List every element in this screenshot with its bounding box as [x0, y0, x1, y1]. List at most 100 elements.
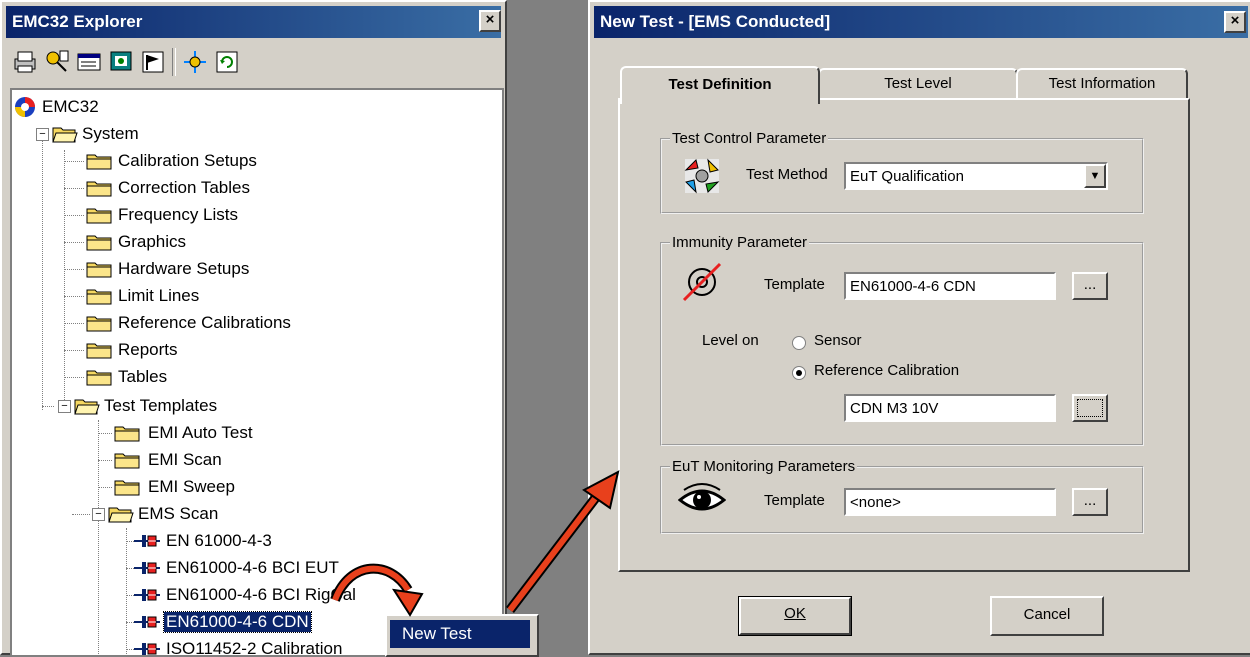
- test-template-icon: [134, 643, 160, 655]
- eut-template-browse-button[interactable]: ...: [1072, 488, 1108, 516]
- tree-connector: [64, 242, 84, 243]
- group-immunity: Immunity Parameter Template EN61000-4-6 …: [660, 234, 1144, 446]
- explorer-close-button[interactable]: ×: [479, 10, 501, 32]
- flag-icon[interactable]: [140, 49, 166, 75]
- folder-icon: [86, 181, 112, 197]
- reference-calibration-browse-button[interactable]: [1072, 394, 1108, 422]
- tree-connector: [98, 487, 112, 488]
- tree-label: Correction Tables: [118, 178, 250, 197]
- tree-connector: [72, 514, 90, 515]
- folder-open-icon: [74, 399, 100, 415]
- tree-connector: [64, 350, 84, 351]
- tree-label: Reference Calibrations: [118, 313, 291, 332]
- folder-icon: [86, 343, 112, 359]
- group-eut-monitoring: EuT Monitoring Parameters Template <none…: [660, 458, 1144, 534]
- tree-connector: [98, 460, 112, 461]
- folder-icon: [86, 262, 112, 278]
- tab-test-definition[interactable]: Test Definition: [620, 66, 820, 104]
- tree-label: Graphics: [118, 232, 187, 251]
- key-icon[interactable]: [44, 49, 70, 75]
- folder-icon: [86, 370, 112, 386]
- reference-calibration-field[interactable]: CDN M3 10V: [844, 394, 1056, 422]
- tree-label: EN61000-4-6 CDN: [163, 611, 312, 633]
- tree-connector: [64, 161, 84, 162]
- tree-connector: [64, 150, 65, 410]
- screen-icon[interactable]: [108, 49, 134, 75]
- tree-label: Reports: [118, 340, 178, 359]
- test-method-icon: [684, 158, 720, 194]
- straight-arrow-annotation: [506, 470, 620, 614]
- explorer-title: EMC32 Explorer: [12, 12, 143, 31]
- radio-reference-calibration[interactable]: [792, 366, 806, 380]
- context-menu-new-test[interactable]: New Test: [390, 620, 530, 648]
- immunity-template-label: Template: [764, 276, 825, 293]
- tree-label: EN61000-4-6 BCI EUT: [166, 558, 339, 577]
- radio-reference-calibration-label: Reference Calibration: [814, 362, 960, 379]
- folder-icon: [86, 289, 112, 305]
- folder-open-icon: [108, 507, 134, 523]
- test-method-select[interactable]: EuT Qualification ▼: [844, 162, 1108, 190]
- tree-label-test-templates: Test Templates: [104, 396, 218, 415]
- tree-label: EMI Scan: [148, 450, 222, 469]
- refresh-icon[interactable]: [214, 49, 240, 75]
- explorer-title-bar: EMC32 Explorer ×: [6, 6, 501, 38]
- ok-button[interactable]: OK: [738, 596, 852, 636]
- folder-icon: [114, 453, 140, 469]
- tree-label-ems-scan: EMS Scan: [138, 504, 219, 523]
- tree-connector: [64, 377, 84, 378]
- tree-connector: [126, 528, 127, 655]
- tab-label: Test Level: [884, 75, 952, 92]
- star-icon[interactable]: [182, 49, 208, 75]
- tree-connector: [126, 622, 134, 623]
- tree-label: Frequency Lists: [118, 205, 238, 224]
- ok-button-label: OK: [784, 605, 806, 622]
- tree-label: Hardware Setups: [118, 259, 250, 278]
- tab-panel-test-definition: Test Control Parameter Test Method EuT Q…: [618, 98, 1190, 572]
- tree-connector: [42, 406, 54, 407]
- tree-connector: [98, 433, 112, 434]
- collapse-icon[interactable]: −: [36, 128, 49, 141]
- group-legend: EuT Monitoring Parameters: [670, 458, 858, 475]
- tree-connector: [126, 649, 134, 650]
- radio-sensor[interactable]: [792, 336, 806, 350]
- immunity-template-field[interactable]: EN61000-4-6 CDN: [844, 272, 1056, 300]
- dialog-title: New Test - [EMS Conducted]: [600, 12, 831, 31]
- collapse-icon[interactable]: −: [58, 400, 71, 413]
- curved-arrow-annotation: [330, 563, 424, 617]
- folder-open-icon: [52, 127, 78, 143]
- dialog-close-button[interactable]: ×: [1224, 11, 1246, 33]
- tree-label: Limit Lines: [118, 286, 200, 305]
- toolbar-separator: [172, 48, 176, 76]
- tree-connector: [126, 541, 134, 542]
- group-legend: Test Control Parameter: [670, 130, 829, 147]
- collapse-icon[interactable]: −: [92, 508, 105, 521]
- immunity-template-icon: [682, 262, 722, 302]
- folder-icon: [114, 480, 140, 496]
- folder-icon: [86, 154, 112, 170]
- print-icon[interactable]: [12, 49, 38, 75]
- tree-connector: [126, 568, 134, 569]
- dialog-title-bar: New Test - [EMS Conducted] ×: [594, 6, 1248, 38]
- test-template-icon: [134, 562, 160, 574]
- immunity-template-value: EN61000-4-6 CDN: [850, 278, 976, 295]
- tree-connector: [64, 188, 84, 189]
- tree-connector: [42, 130, 43, 410]
- emc32-explorer-window: EMC32 Explorer × EMC32 − System Calibrat…: [0, 0, 539, 657]
- eye-icon: [678, 483, 726, 511]
- level-on-label: Level on: [702, 332, 759, 349]
- tree-connector: [98, 420, 99, 655]
- emc32-logo-icon: [15, 97, 35, 117]
- new-test-dialog: New Test - [EMS Conducted] × Test Defini…: [588, 0, 1250, 655]
- chevron-down-icon[interactable]: ▼: [1084, 164, 1106, 188]
- cancel-button[interactable]: Cancel: [990, 596, 1104, 636]
- eut-template-field[interactable]: <none>: [844, 488, 1056, 516]
- radio-sensor-label: Sensor: [814, 332, 862, 349]
- window-icon[interactable]: [76, 49, 102, 75]
- folder-icon: [86, 235, 112, 251]
- group-legend: Immunity Parameter: [670, 234, 810, 251]
- group-test-control: Test Control Parameter Test Method EuT Q…: [660, 130, 1144, 214]
- tree-label: Tables: [118, 367, 168, 386]
- tree-label: ISO11452-2 Calibration: [166, 639, 343, 655]
- immunity-template-browse-button[interactable]: ...: [1072, 272, 1108, 300]
- tree-label: EN61000-4-6 BCI RigCal: [166, 585, 356, 604]
